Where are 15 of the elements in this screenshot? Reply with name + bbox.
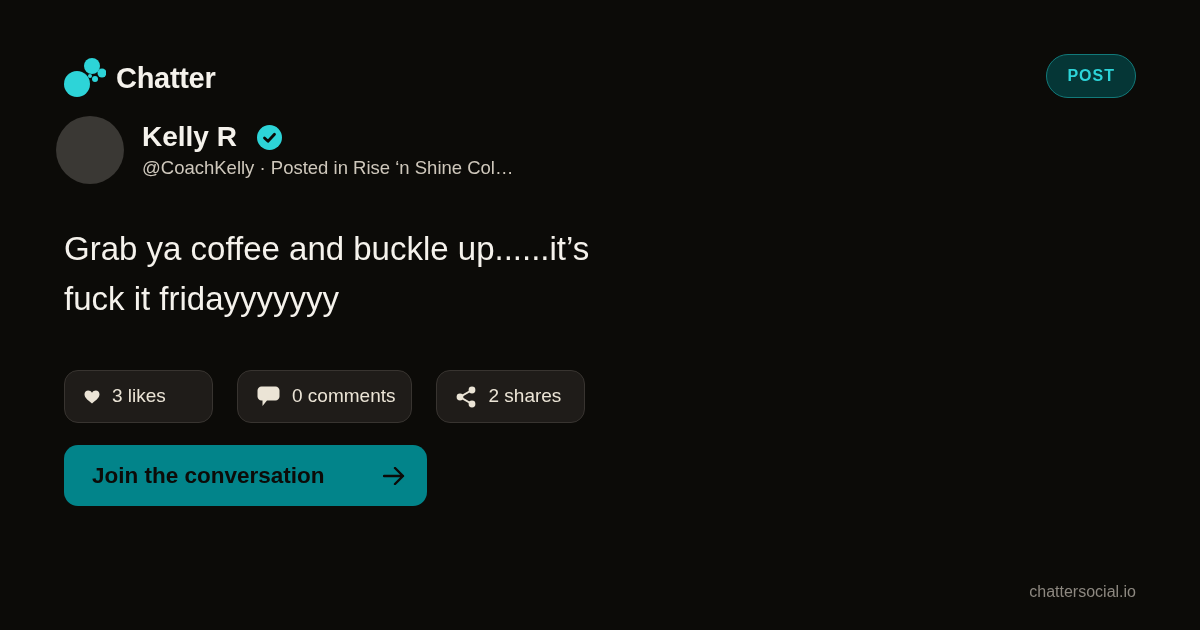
arrow-right-icon [383,466,405,485]
brand-name: Chatter [116,63,216,93]
share-icon [456,385,477,408]
post-text: Grab ya coffee and buckle up......it’s fuck it fridayyyyyyy [64,229,591,319]
post-type-tag: POST [1046,54,1136,98]
author-meta: @CoachKelly · Posted in Rise ‘n Shine Col… [142,156,514,180]
speech-bubble-icon [257,386,280,407]
join-conversation-button[interactable]: Join the conversation [64,445,427,506]
shares-button[interactable]: 2 shares [436,370,586,423]
site-domain: chattersocial.io [1029,582,1136,602]
comments-button[interactable]: 0 comments [237,370,413,423]
likes-button[interactable]: 3 likes [64,370,213,423]
bubbles-logo-icon [64,58,106,98]
author-name: Kelly R [142,120,237,154]
heart-icon [84,389,100,404]
